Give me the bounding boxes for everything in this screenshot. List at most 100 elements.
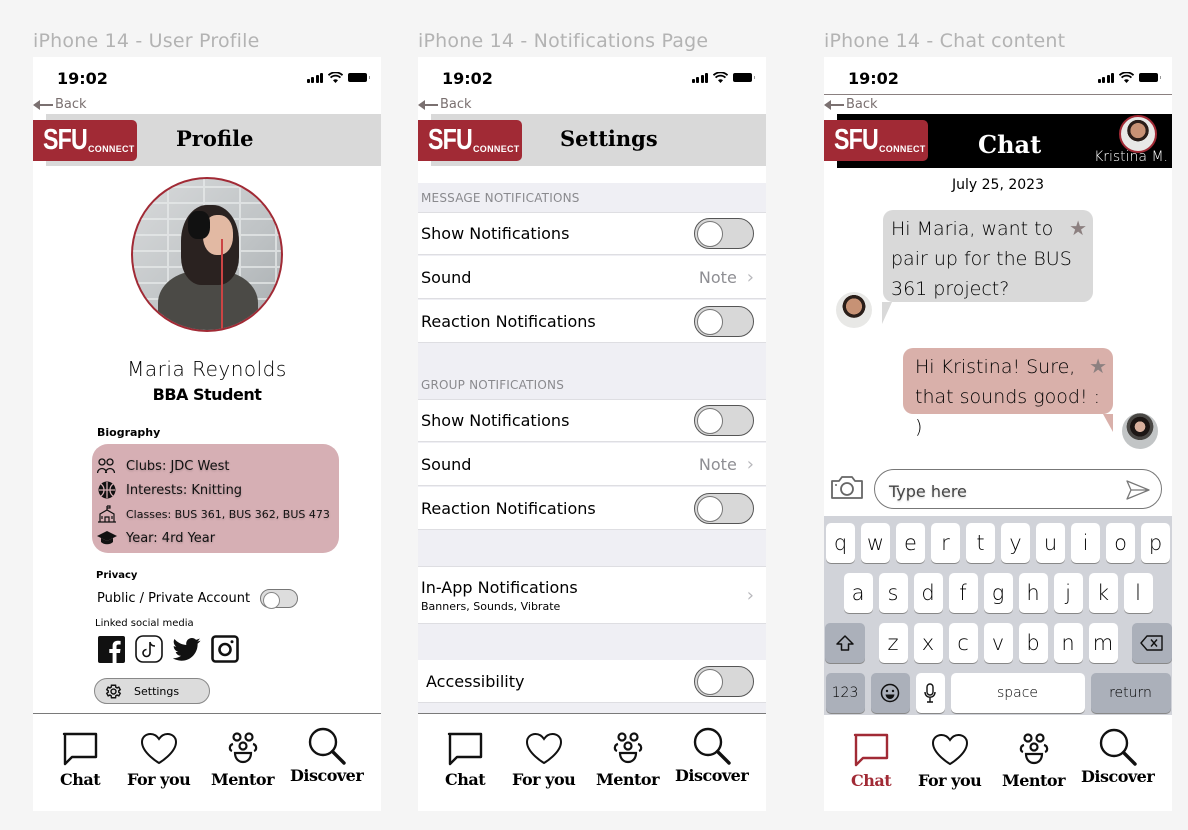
user-avatar: [1122, 413, 1158, 449]
gear-icon: [105, 684, 122, 698]
key-z[interactable]: z: [878, 623, 908, 663]
instagram-icon[interactable]: [211, 635, 239, 663]
key-i[interactable]: i: [1071, 523, 1100, 563]
camera-icon[interactable]: [830, 474, 864, 500]
message-outgoing[interactable]: Hi Kristina! Sure, that sounds good! : )…: [903, 348, 1113, 438]
message-incoming[interactable]: Hi Maria, want to pair up for the BUS 36…: [882, 210, 1093, 324]
profile-screen: 19:02 Back SFU CONNECT Profile Maria Reyn…: [33, 57, 381, 811]
keyboard-row-3: zxcvbnm: [824, 623, 1172, 663]
tab-discover[interactable]: Discover: [675, 726, 749, 785]
star-icon[interactable]: ★: [1089, 351, 1107, 381]
battery-icon: [348, 73, 370, 82]
privacy-toggle[interactable]: [260, 589, 299, 609]
message-show-notifications-toggle[interactable]: [694, 218, 754, 249]
settings-button-label: Settings: [134, 684, 180, 698]
facebook-icon[interactable]: [97, 635, 125, 663]
key-y[interactable]: y: [1001, 523, 1030, 563]
twitter-icon[interactable]: [173, 635, 201, 663]
key-e[interactable]: e: [896, 523, 925, 563]
key-d[interactable]: d: [913, 573, 943, 613]
tab-label: Mentor: [596, 770, 660, 789]
privacy-label: Privacy: [96, 570, 138, 581]
search-icon: [1099, 728, 1137, 766]
group-show-notifications-row[interactable]: Show Notifications: [418, 399, 766, 442]
key-u[interactable]: u: [1036, 523, 1065, 563]
group-show-notifications-toggle[interactable]: [694, 405, 754, 436]
back-button[interactable]: Back: [418, 97, 472, 112]
tab-mentor[interactable]: Mentor: [596, 732, 660, 789]
tab-chat[interactable]: Chat: [60, 732, 101, 789]
message-show-notifications-row[interactable]: Show Notifications: [418, 212, 766, 255]
status-bar: 19:02: [418, 69, 766, 89]
settings-button[interactable]: Settings: [94, 678, 210, 704]
message-reaction-notifications-row[interactable]: Reaction Notifications: [418, 300, 766, 343]
key-k[interactable]: k: [1088, 573, 1118, 613]
return-key[interactable]: return: [1090, 673, 1171, 713]
signal-icon: [306, 72, 323, 83]
key-n[interactable]: n: [1053, 623, 1083, 663]
bio-clubs: Clubs: JDC West: [97, 454, 339, 478]
tab-for-you[interactable]: For you: [918, 733, 982, 790]
key-t[interactable]: t: [966, 523, 995, 563]
tab-discover[interactable]: Discover: [290, 726, 364, 785]
key-p[interactable]: p: [1141, 523, 1170, 563]
row-value: Note: [698, 267, 737, 287]
space-key[interactable]: space: [950, 673, 1085, 713]
tab-mentor[interactable]: Mentor: [211, 732, 275, 789]
privacy-row: Public / Private Account: [97, 589, 299, 609]
key-c[interactable]: c: [948, 623, 978, 663]
bio-interests: Interests: Knitting: [97, 478, 339, 502]
key-v[interactable]: v: [983, 623, 1013, 663]
tiktok-icon[interactable]: [135, 635, 163, 663]
shift-key[interactable]: [824, 623, 865, 663]
key-a[interactable]: a: [843, 573, 873, 613]
message-reaction-notifications-toggle[interactable]: [694, 305, 754, 337]
message-sound-row[interactable]: Sound Note ›: [418, 256, 766, 299]
dictation-key[interactable]: [915, 673, 945, 713]
accessibility-toggle[interactable]: [694, 665, 754, 697]
tab-chat[interactable]: Chat: [851, 733, 892, 790]
send-icon[interactable]: [1126, 480, 1150, 500]
key-r[interactable]: r: [931, 523, 960, 563]
row-label: Show Notifications: [421, 224, 570, 243]
contact-avatar[interactable]: [1119, 115, 1157, 153]
key-b[interactable]: b: [1018, 623, 1048, 663]
key-l[interactable]: l: [1123, 573, 1153, 613]
key-f[interactable]: f: [948, 573, 978, 613]
group-reaction-notifications-row[interactable]: Reaction Notifications: [418, 487, 766, 530]
chevron-right-icon: ›: [746, 266, 754, 288]
key-m[interactable]: m: [1088, 623, 1118, 663]
emoji-icon: [880, 683, 900, 703]
accessibility-row[interactable]: Accessibility: [418, 660, 766, 703]
key-w[interactable]: w: [861, 523, 890, 563]
emoji-key[interactable]: [870, 673, 910, 713]
key-h[interactable]: h: [1018, 573, 1048, 613]
people-icon: [97, 457, 117, 475]
key-g[interactable]: g: [983, 573, 1013, 613]
row-label: In-App Notifications: [421, 577, 578, 597]
profile-photo[interactable]: [131, 177, 283, 332]
backspace-key[interactable]: [1131, 623, 1172, 663]
tab-bar: Chat For you Mentor Discover: [33, 713, 381, 811]
key-s[interactable]: s: [878, 573, 908, 613]
battery-icon: [733, 73, 755, 82]
key-o[interactable]: o: [1106, 523, 1135, 563]
mentor-group-icon: [228, 732, 257, 764]
key-j[interactable]: j: [1053, 573, 1083, 613]
tab-discover[interactable]: Discover: [1081, 727, 1155, 786]
back-button[interactable]: Back: [33, 97, 87, 112]
back-button[interactable]: Back: [824, 97, 878, 112]
key-q[interactable]: q: [826, 523, 855, 563]
tab-chat[interactable]: Chat: [445, 732, 486, 789]
group-sound-row[interactable]: Sound Note ›: [418, 443, 766, 486]
numbers-key[interactable]: 123: [825, 673, 865, 713]
tab-for-you[interactable]: For you: [512, 732, 576, 789]
group-reaction-notifications-toggle[interactable]: [694, 492, 754, 524]
row-label: Sound: [421, 454, 472, 474]
in-app-notifications-row[interactable]: In-App Notifications Banners, Sounds, Vib…: [418, 566, 766, 624]
message-input[interactable]: Type here: [874, 469, 1162, 509]
star-icon[interactable]: ★: [1069, 213, 1087, 243]
tab-mentor[interactable]: Mentor: [1002, 733, 1066, 790]
tab-for-you[interactable]: For you: [127, 732, 191, 789]
key-x[interactable]: x: [913, 623, 943, 663]
